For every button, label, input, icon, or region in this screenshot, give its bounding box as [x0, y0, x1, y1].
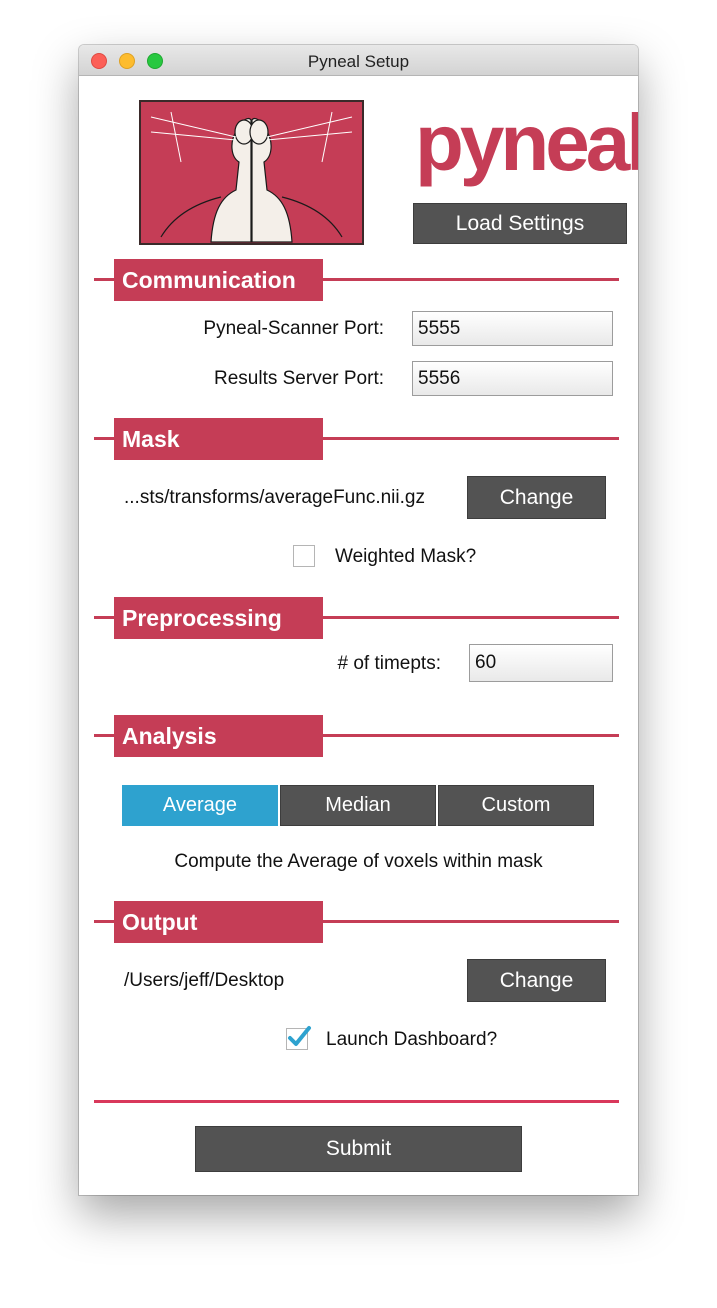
- mask-section-header: Mask: [94, 418, 619, 460]
- submit-button[interactable]: Submit: [195, 1126, 522, 1172]
- launch-dashboard-label: Launch Dashboard?: [326, 1029, 498, 1050]
- footer-divider: [94, 1100, 619, 1103]
- section-heading: Preprocessing: [114, 597, 323, 639]
- scanner-port-label: Pyneal-Scanner Port:: [203, 318, 384, 339]
- section-heading: Mask: [114, 418, 323, 460]
- results-port-input[interactable]: 5556: [412, 361, 613, 396]
- checkmark-icon: [288, 1026, 311, 1046]
- window-title: Pyneal Setup: [307, 52, 410, 71]
- scanner-port-input[interactable]: 5555: [412, 311, 613, 346]
- brain-logo-image: [139, 100, 364, 245]
- timepts-label: # of timepts:: [337, 653, 442, 674]
- output-section-header: Output: [94, 901, 619, 943]
- output-path-text: /Users/jeff/Desktop: [124, 970, 285, 991]
- launch-dashboard-checkbox[interactable]: [286, 1026, 311, 1050]
- timepts-input[interactable]: 60: [469, 644, 613, 682]
- output-change-button[interactable]: Change: [467, 959, 606, 1002]
- analysis-section-header: Analysis: [94, 715, 619, 757]
- preprocessing-section-header: Preprocessing: [94, 597, 619, 639]
- mask-path-text: ...sts/transforms/averageFunc.nii.gz: [124, 487, 425, 508]
- results-port-label: Results Server Port:: [214, 368, 384, 389]
- weighted-mask-label: Weighted Mask?: [335, 546, 477, 567]
- mask-change-button[interactable]: Change: [467, 476, 606, 519]
- title-bar[interactable]: Pyneal Setup: [79, 45, 638, 76]
- section-heading: Analysis: [114, 715, 323, 757]
- pyneal-setup-window: Pyneal Setup pyneal Load Settings Commun…: [79, 45, 638, 1195]
- brain-illustration-icon: [150, 111, 353, 243]
- communication-section-header: Communication: [94, 259, 619, 301]
- pyneal-wordmark: pyneal: [415, 98, 638, 187]
- analysis-average-tab[interactable]: Average: [122, 785, 278, 826]
- load-settings-button[interactable]: Load Settings: [413, 203, 627, 244]
- section-heading: Output: [114, 901, 323, 943]
- weighted-mask-checkbox[interactable]: [293, 545, 315, 567]
- analysis-custom-tab[interactable]: Custom: [438, 785, 594, 826]
- analysis-median-tab[interactable]: Median: [280, 785, 436, 826]
- analysis-description: Compute the Average of voxels within mas…: [174, 851, 543, 872]
- section-heading: Communication: [114, 259, 323, 301]
